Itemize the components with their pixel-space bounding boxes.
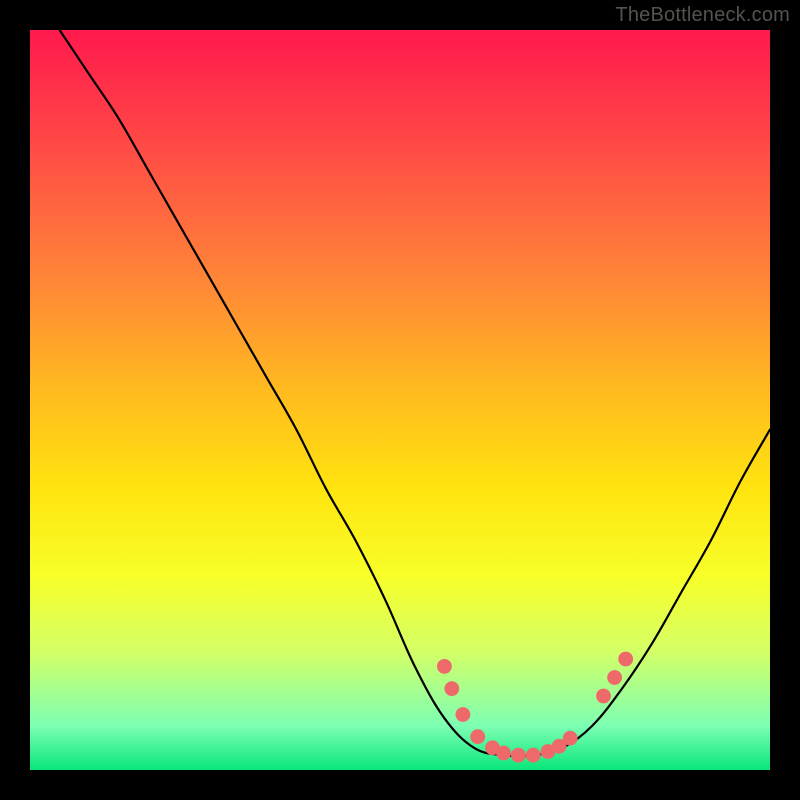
chart-svg bbox=[30, 30, 770, 770]
highlight-point bbox=[470, 729, 485, 744]
highlight-point bbox=[607, 670, 622, 685]
watermark-text: TheBottleneck.com bbox=[615, 4, 790, 27]
chart-frame: TheBottleneck.com bbox=[0, 0, 800, 800]
highlight-point bbox=[563, 731, 578, 746]
chart-plot-area bbox=[30, 30, 770, 770]
highlight-point bbox=[596, 689, 611, 704]
highlight-point bbox=[541, 744, 556, 759]
highlight-point bbox=[526, 748, 541, 763]
bottleneck-curve bbox=[60, 30, 770, 756]
highlight-point bbox=[437, 659, 452, 674]
highlight-point bbox=[496, 746, 511, 761]
highlight-points bbox=[437, 652, 633, 763]
highlight-point bbox=[618, 652, 633, 667]
highlight-point bbox=[456, 707, 471, 722]
highlight-point bbox=[511, 748, 526, 763]
highlight-point bbox=[485, 740, 500, 755]
highlight-point bbox=[552, 739, 567, 754]
highlight-point bbox=[444, 681, 459, 696]
